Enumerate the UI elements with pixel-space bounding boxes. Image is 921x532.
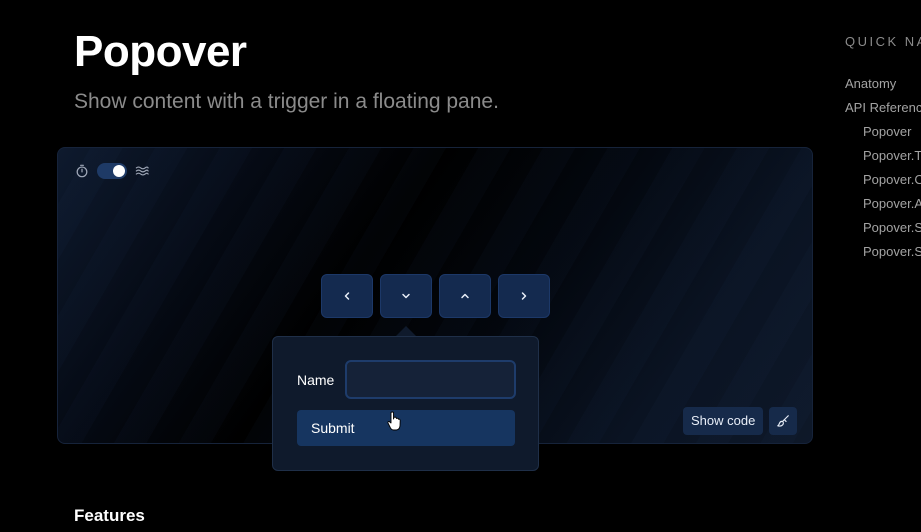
nav-item-popover-arrow[interactable]: Popover.A [863, 196, 921, 211]
toggle-knob [113, 165, 125, 177]
quick-nav-title: QUICK NAV [845, 34, 921, 49]
page-title: Popover [74, 27, 247, 76]
chevron-left-icon [344, 292, 350, 300]
nav-item-popover-s1[interactable]: Popover.S [863, 220, 921, 235]
nav-item-popover[interactable]: Popover [863, 124, 911, 139]
waves-icon [135, 164, 149, 178]
animation-toggle[interactable] [97, 163, 127, 179]
trigger-top-button[interactable] [439, 274, 491, 318]
trigger-bottom-button[interactable] [380, 274, 432, 318]
show-code-button[interactable]: Show code [683, 407, 764, 435]
page: Popover Show content with a trigger in a… [0, 0, 921, 532]
paintbrush-icon [777, 415, 789, 427]
trigger-group [321, 274, 550, 318]
hand-cursor-icon [387, 411, 401, 431]
nav-item-anatomy[interactable]: Anatomy [845, 76, 896, 91]
nav-item-popover-s2[interactable]: Popover.S [863, 244, 921, 259]
submit-button[interactable]: Submit [297, 410, 515, 446]
chevron-right-icon [521, 292, 527, 300]
timer-icon [75, 164, 89, 178]
name-input[interactable] [345, 360, 516, 399]
trigger-left-button[interactable] [321, 274, 373, 318]
features-heading: Features [74, 506, 145, 525]
chevron-down-icon [402, 293, 410, 299]
theme-brush-button[interactable] [769, 407, 797, 435]
popover-panel: Name Submit [272, 336, 539, 471]
name-label: Name [297, 372, 335, 388]
nav-item-popover-content[interactable]: Popover.C [863, 172, 921, 187]
nav-item-api-reference[interactable]: API Referenc [845, 100, 921, 115]
demo-controls [75, 163, 149, 179]
page-subtitle: Show content with a trigger in a floatin… [74, 90, 499, 113]
nav-item-popover-trigger[interactable]: Popover.T [863, 148, 921, 163]
trigger-right-button[interactable] [498, 274, 550, 318]
chevron-up-icon [461, 293, 469, 299]
